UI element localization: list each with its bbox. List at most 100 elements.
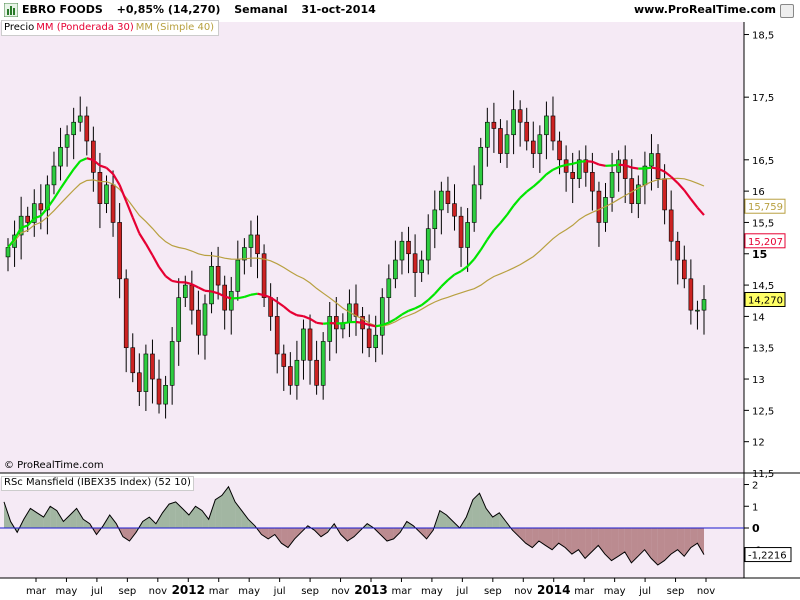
candle-body [616, 159, 621, 173]
candle-body [261, 253, 267, 298]
candle-body [228, 291, 234, 311]
candle-body [386, 278, 392, 298]
ma-weighted-segment [631, 166, 639, 170]
candle-body [682, 259, 687, 280]
candle-body [235, 259, 241, 292]
candle-body [301, 328, 306, 361]
rsc-y-tick-label: 1 [752, 502, 758, 513]
ma-weighted-segment [296, 314, 304, 318]
x-tick-label: nov [514, 586, 532, 597]
candle-body [255, 234, 260, 255]
candle-body [465, 222, 470, 248]
candle-body [91, 140, 96, 173]
price-y-tick-label: 17,5 [752, 93, 774, 104]
rsc-y-tick-label: 2 [752, 481, 758, 492]
candle-body [655, 153, 661, 179]
chart-canvas: 18,517,516,51615,51514,51413,51312,51211… [0, 22, 800, 597]
price-marker-label: 15,759 [748, 202, 783, 213]
ma-weighted-segment [316, 321, 324, 325]
candle-body [485, 121, 490, 148]
candle-body [196, 309, 201, 336]
candle-body [695, 309, 700, 312]
ma-weighted-segment [598, 163, 606, 167]
candle-body [248, 234, 254, 248]
x-tick-label: may [238, 586, 260, 597]
candle-body [688, 278, 694, 311]
candle-body [25, 215, 30, 223]
ma-weighted-segment [323, 322, 330, 325]
rsc-area-segment [657, 528, 665, 565]
price-y-tick-label: 13,5 [752, 344, 774, 355]
ma-weighted-segment [342, 321, 350, 325]
candle-body [137, 372, 142, 392]
candle-body [117, 222, 122, 280]
price-marker-label: 14,270 [748, 295, 783, 306]
x-tick-label: nov [697, 586, 715, 597]
ma-weighted-segment [644, 166, 652, 170]
x-tick-label: may [604, 586, 626, 597]
candle-body [379, 297, 385, 336]
candle-body [314, 359, 319, 386]
x-tick-label: 2013 [354, 583, 387, 597]
candle-body [491, 121, 497, 129]
price-y-tick-label: 14,5 [752, 281, 774, 292]
x-tick-label: may [421, 586, 443, 597]
ma-weighted-segment [237, 295, 245, 300]
candle-body [163, 385, 168, 405]
rsc-legend: RSc Mansfield (IBEX35 Index) (52 10) [1, 476, 194, 491]
candle-body [590, 172, 595, 192]
candle-body [530, 140, 536, 154]
candle-body [294, 359, 300, 386]
candle-body [51, 165, 57, 186]
candle-body [471, 184, 477, 223]
x-tick-label: nov [149, 586, 167, 597]
candle-body [504, 134, 510, 154]
x-tick-label: mar [209, 586, 230, 597]
x-tick-label: 2012 [172, 583, 205, 597]
x-tick-label: jul [455, 586, 468, 597]
candle-body [77, 115, 83, 123]
x-tick-label: mar [574, 586, 595, 597]
x-tick-label: mar [26, 586, 47, 597]
price-y-tick-label: 11,5 [752, 469, 774, 480]
price-legend: Precio MM (Ponderada 30) MM (Simple 40) [1, 20, 220, 36]
candle-body [366, 328, 372, 349]
candle-body [425, 228, 431, 261]
rsc-y-tick-label: 0 [752, 522, 760, 535]
candle-body [537, 134, 543, 154]
x-tick-label: mar [391, 586, 412, 597]
candle-body [439, 190, 444, 211]
copyright-text: © ProRealTime.com [4, 460, 104, 471]
candle-body [458, 215, 464, 248]
ma-weighted-segment [250, 292, 258, 296]
candle-body [274, 316, 280, 355]
candle-body [58, 146, 63, 167]
x-tick-label: jul [90, 586, 103, 597]
candle-body [399, 240, 405, 261]
rsc-area-segment [169, 501, 176, 528]
price-y-tick-label: 12,5 [752, 406, 774, 417]
rsc-marker-label: -1,2216 [748, 551, 787, 562]
ma-weighted-segment [375, 323, 383, 328]
candle-body [557, 140, 562, 161]
candle-body [64, 134, 70, 148]
candle-body [307, 328, 313, 361]
candle-body [452, 203, 457, 217]
rsc-area-segment [611, 528, 619, 561]
candle-body [189, 284, 195, 311]
candle-body [432, 209, 438, 230]
candle-body [511, 109, 516, 136]
ma-weighted-segment [585, 160, 593, 163]
candle-body [215, 265, 221, 286]
candle-body [268, 297, 273, 317]
candle-body [570, 172, 575, 179]
price-y-tick-label: 13 [752, 375, 765, 386]
candle-body [524, 121, 530, 142]
candle-body [38, 203, 44, 211]
x-tick-label: sep [119, 586, 137, 597]
candle-body [419, 259, 424, 273]
candle-body [609, 172, 615, 198]
ma-weighted-segment [611, 163, 619, 167]
candle-body [498, 128, 503, 154]
price-marker-label: 15,207 [748, 237, 783, 248]
